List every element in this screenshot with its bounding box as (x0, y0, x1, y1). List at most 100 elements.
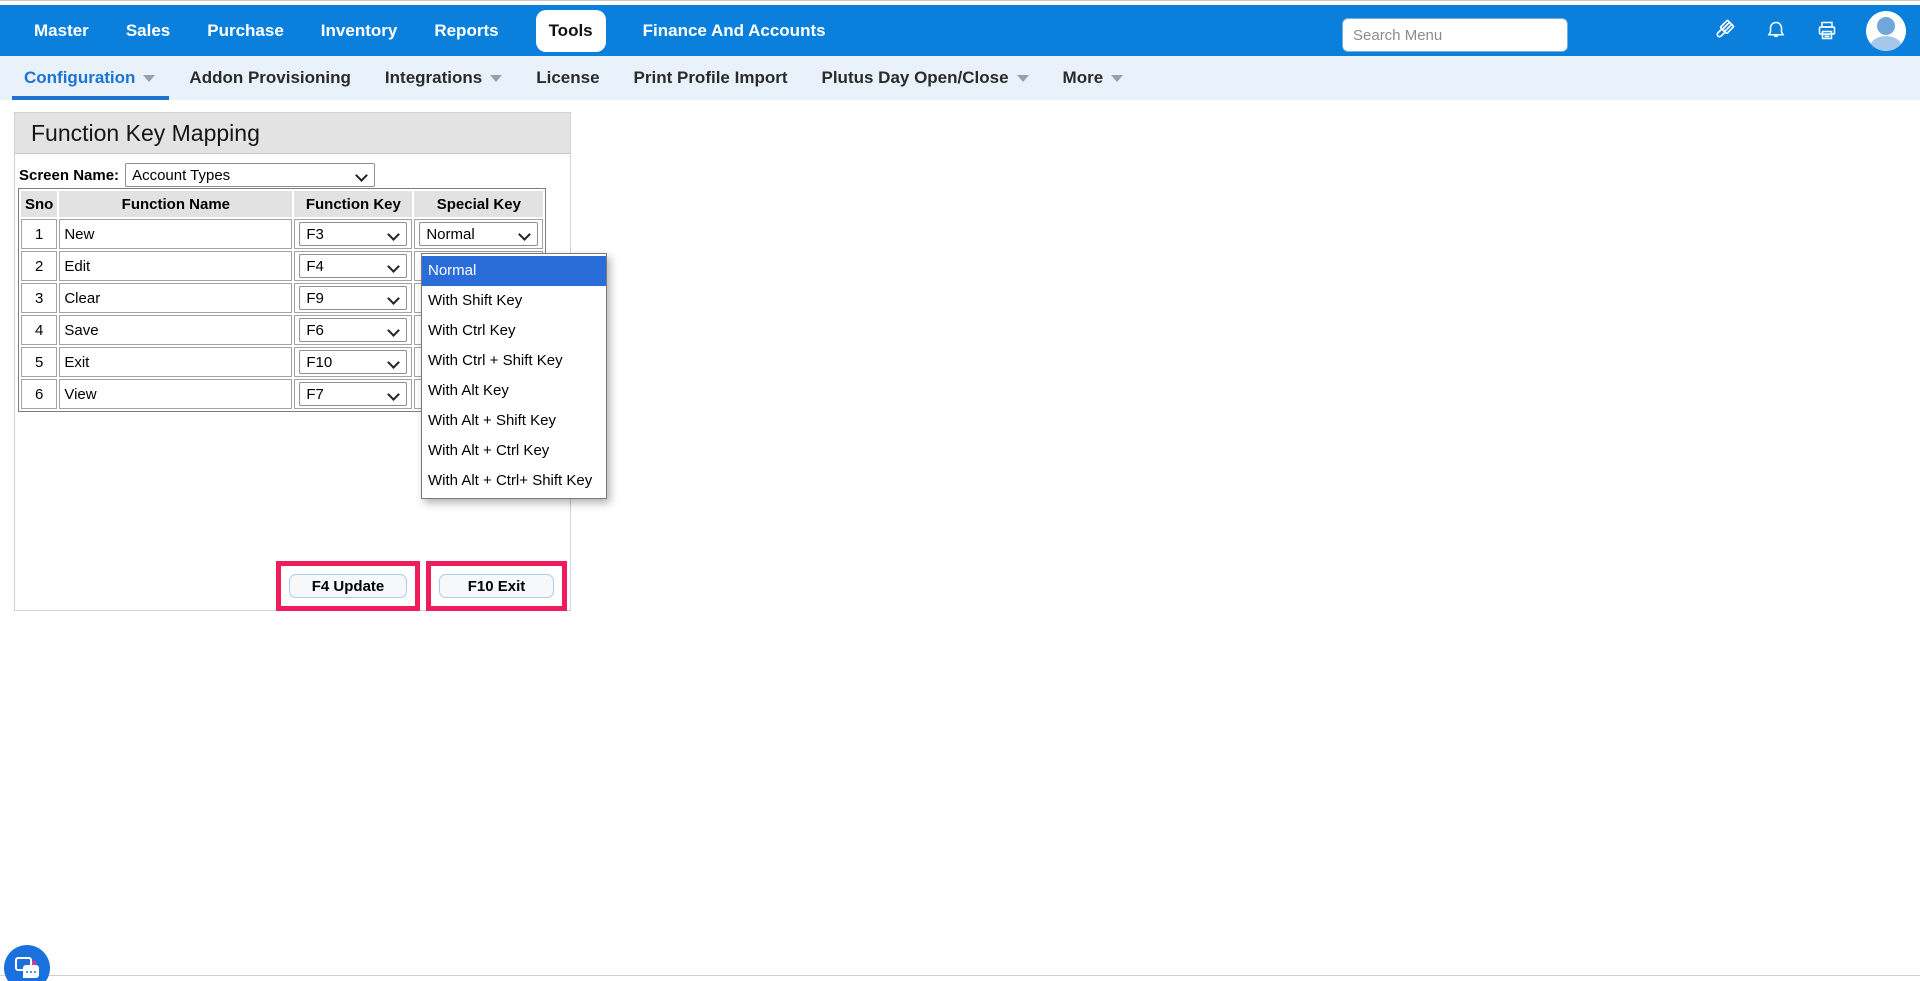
screen-name-label: Screen Name: (19, 166, 120, 184)
subnav-item-integrations[interactable]: Integrations (384, 56, 503, 100)
dropdown-option-with-alt-key[interactable]: With Alt Key (422, 376, 606, 406)
nav-item-master[interactable]: Master (34, 21, 89, 41)
function-key-select[interactable]: F6 (299, 318, 408, 342)
cell-sno: 1 (21, 219, 58, 249)
f4-update-button[interactable]: F4 Update (289, 574, 407, 598)
subnav-item-label: License (536, 68, 600, 87)
chat-bubble-dots-icon (23, 965, 39, 978)
subnav-item-label: Addon Provisioning (189, 68, 351, 87)
cell-function-name: Exit (59, 347, 293, 377)
subnav-items: Configuration Addon Provisioning Integra… (11, 56, 1124, 100)
avatar-torso (1870, 35, 1902, 51)
chevron-down-icon (143, 74, 156, 82)
nav-item-purchase[interactable]: Purchase (207, 21, 284, 41)
subnav-item-label: Print Profile Import (633, 68, 788, 87)
highlight-box-update: F4 Update (276, 561, 420, 611)
user-avatar[interactable] (1866, 10, 1906, 51)
function-key-select[interactable]: F7 (299, 382, 408, 406)
function-key-value: F10 (306, 353, 333, 371)
function-key-value: F7 (306, 385, 324, 403)
cell-function-key: F9 (294, 283, 413, 313)
subnav-item-label: Configuration (24, 68, 136, 87)
nav-item-finance-and-accounts[interactable]: Finance And Accounts (643, 21, 826, 41)
f10-exit-button[interactable]: F10 Exit (439, 574, 554, 598)
nav-item-inventory[interactable]: Inventory (321, 21, 398, 41)
subnav-item-label: Plutus Day Open/Close (821, 68, 1009, 87)
subnav-item-print-profile-import[interactable]: Print Profile Import (634, 56, 788, 100)
chevron-down-icon (490, 74, 503, 82)
screen-name-selected-value: Account Types (132, 166, 231, 184)
function-key-select[interactable]: F9 (299, 286, 408, 310)
subnav-item-configuration[interactable]: Configuration (11, 56, 170, 100)
cell-special-key: Normal (414, 219, 544, 249)
subnav-item-license[interactable]: License (536, 56, 599, 100)
nav-item-sales[interactable]: Sales (126, 21, 170, 41)
subnav-item-label: Integrations (384, 68, 483, 87)
cell-function-name: View (59, 379, 293, 409)
screen-name-row: Screen Name: Account Types (19, 162, 376, 188)
cell-function-key: F7 (294, 379, 413, 409)
cell-function-key: F10 (294, 347, 413, 377)
dropdown-option-normal[interactable]: Normal (422, 256, 606, 286)
cell-function-key: F4 (294, 251, 413, 281)
cell-sno: 2 (21, 251, 58, 281)
top-nav-items: Master Sales Purchase Inventory Reports … (34, 9, 826, 52)
chevron-down-icon (1111, 74, 1124, 82)
function-key-select[interactable]: F4 (299, 254, 408, 278)
dropdown-option-with-alt-shift-key[interactable]: With Alt + Shift Key (422, 406, 606, 436)
nav-item-reports[interactable]: Reports (434, 21, 498, 41)
function-key-select[interactable]: F10 (299, 350, 408, 374)
subnav-item-plutus-day-open-close[interactable]: Plutus Day Open/Close (822, 56, 1029, 100)
window-top-border (0, 0, 1920, 1)
header-function-name: Function Name (59, 191, 293, 217)
chevron-down-icon (1016, 74, 1029, 82)
tools-subnav: Configuration Addon Provisioning Integra… (0, 56, 1920, 100)
table-header-row: Sno Function Name Function Key Special K… (21, 191, 544, 217)
page-bottom-divider (0, 975, 1920, 976)
bell-icon[interactable] (1764, 19, 1788, 43)
top-navbar: Master Sales Purchase Inventory Reports … (0, 5, 1920, 56)
function-key-select[interactable]: F3 (299, 222, 408, 246)
cell-function-name: Edit (59, 251, 293, 281)
function-key-value: F4 (306, 257, 324, 275)
special-key-value: Normal (426, 225, 475, 243)
table-row: 1 New F3 Normal (21, 219, 544, 249)
dropdown-option-with-shift-key[interactable]: With Shift Key (422, 286, 606, 316)
avatar-head (1877, 16, 1895, 35)
dropdown-option-with-alt-ctrl-key[interactable]: With Alt + Ctrl Key (422, 436, 606, 466)
cell-sno: 3 (21, 283, 58, 313)
printer-icon[interactable] (1815, 19, 1839, 43)
nav-item-tools-active[interactable]: Tools (535, 9, 606, 52)
dropdown-option-with-ctrl-key[interactable]: With Ctrl Key (422, 316, 606, 346)
cell-sno: 5 (21, 347, 58, 377)
cell-function-name: Clear (59, 283, 293, 313)
cell-sno: 4 (21, 315, 58, 345)
subnav-item-addon-provisioning[interactable]: Addon Provisioning (189, 56, 351, 100)
search-menu-input[interactable] (1342, 18, 1568, 52)
header-sno: Sno (21, 191, 58, 217)
top-right-icons (1710, 5, 1906, 56)
dropdown-option-with-ctrl-shift-key[interactable]: With Ctrl + Shift Key (422, 346, 606, 376)
page: Master Sales Purchase Inventory Reports … (0, 0, 1920, 981)
panel-title: Function Key Mapping (15, 113, 570, 154)
cell-sno: 6 (21, 379, 58, 409)
screen-name-select[interactable]: Account Types (125, 163, 376, 187)
special-key-dropdown-popup: Normal With Shift Key With Ctrl Key With… (421, 253, 607, 499)
search-menu-wrap (1342, 18, 1568, 52)
special-key-select-open[interactable]: Normal (419, 222, 539, 246)
dropdown-option-with-alt-ctrl-shift-key[interactable]: With Alt + Ctrl+ Shift Key (422, 466, 606, 496)
cell-function-name: New (59, 219, 293, 249)
header-special-key: Special Key (414, 191, 544, 217)
subnav-item-label: More (1062, 68, 1104, 87)
cell-function-key: F6 (294, 315, 413, 345)
cell-function-key: F3 (294, 219, 413, 249)
function-key-value: F9 (306, 289, 324, 307)
subnav-item-more[interactable]: More (1063, 56, 1124, 100)
header-function-key: Function Key (294, 191, 413, 217)
highlight-box-exit: F10 Exit (426, 561, 567, 611)
function-key-value: F3 (306, 225, 324, 243)
cell-function-name: Save (59, 315, 293, 345)
function-key-value: F6 (306, 321, 324, 339)
chat-widget-button[interactable] (4, 945, 50, 981)
paint-brush-icon[interactable] (1710, 17, 1737, 44)
